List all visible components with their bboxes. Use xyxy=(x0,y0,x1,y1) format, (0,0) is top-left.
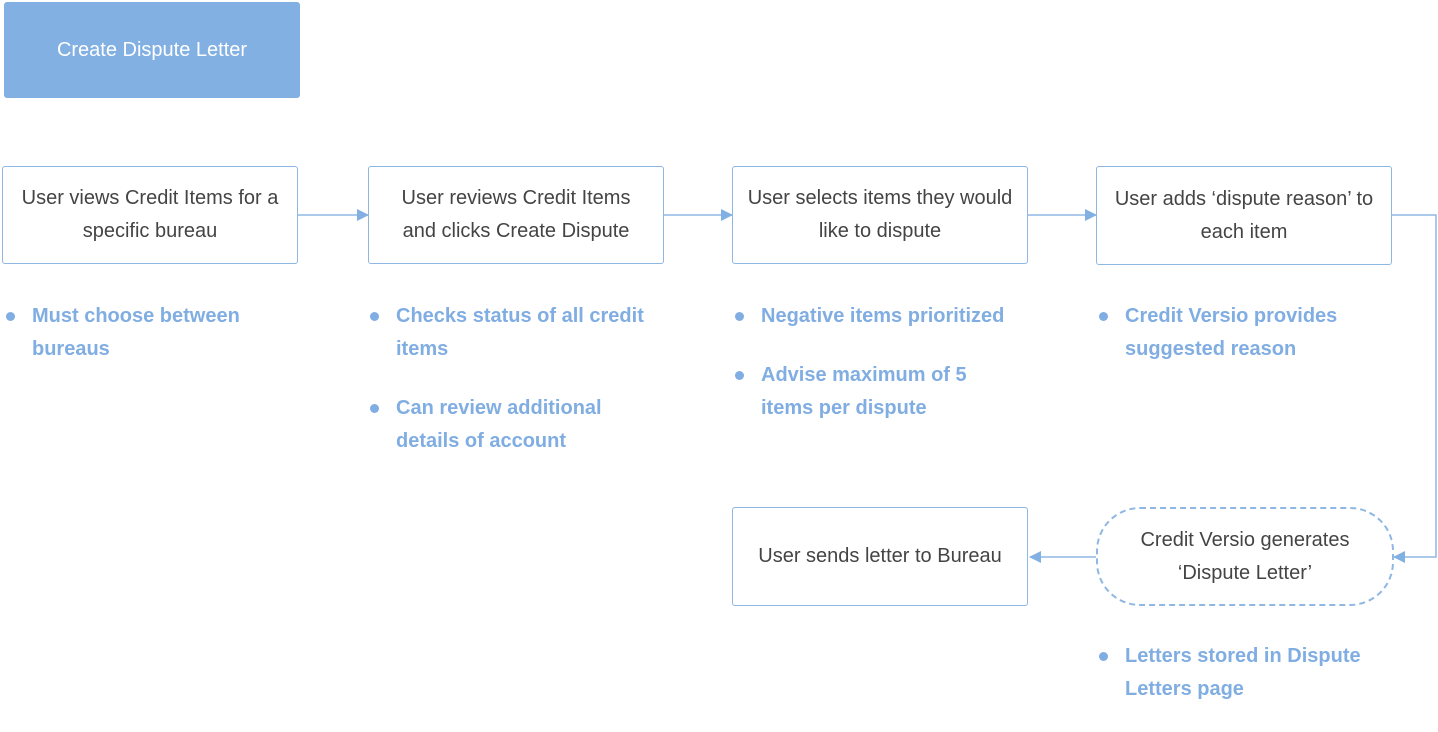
step-label: Credit Versio generates ‘Dispute Letter’ xyxy=(1140,528,1350,584)
step-review-credit-items: User reviews Credit Items and clicks Cre… xyxy=(368,166,664,264)
note-item: Must choose between bureaus xyxy=(4,300,284,366)
note-item: Credit Versio provides suggested reason xyxy=(1097,300,1377,366)
step-label: User reviews Credit Items and clicks Cre… xyxy=(401,187,631,242)
notes-step-2: Checks status of all credit items Can re… xyxy=(368,300,668,484)
step-generate-dispute-letter: Credit Versio generates ‘Dispute Letter’ xyxy=(1096,507,1394,606)
step-label: User selects items they would like to di… xyxy=(747,187,1013,242)
bullet-icon xyxy=(370,312,379,321)
arrow-step4-to-step5 xyxy=(1392,214,1437,563)
step-label: User views Credit Items for a specific b… xyxy=(21,187,279,242)
step-view-credit-items: User views Credit Items for a specific b… xyxy=(2,166,298,264)
note-item: Can review additional details of account xyxy=(368,392,668,458)
step-send-letter: User sends letter to Bureau xyxy=(732,507,1028,606)
bullet-icon xyxy=(735,371,744,380)
note-item: Checks status of all credit items xyxy=(368,300,668,366)
bullet-icon xyxy=(6,312,15,321)
notes-step-3: Negative items prioritized Advise maximu… xyxy=(733,300,1033,451)
step-label: User adds ‘dispute reason’ to each item xyxy=(1114,187,1374,243)
bullet-icon xyxy=(1099,312,1108,321)
bullet-icon xyxy=(735,312,744,321)
note-item: Advise maximum of 5 items per dispute xyxy=(733,359,1011,425)
bullet-icon xyxy=(1099,652,1108,661)
notes-step-5: Letters stored in Dispute Letters page xyxy=(1097,640,1387,732)
step-label: User sends letter to Bureau xyxy=(758,545,1002,567)
notes-step-4: Credit Versio provides suggested reason xyxy=(1097,300,1377,392)
step-select-items: User selects items they would like to di… xyxy=(732,166,1028,264)
notes-step-1: Must choose between bureaus xyxy=(4,300,284,392)
note-item: Letters stored in Dispute Letters page xyxy=(1097,640,1387,706)
step-add-dispute-reason: User adds ‘dispute reason’ to each item xyxy=(1096,166,1392,265)
note-item: Negative items prioritized xyxy=(733,300,1033,333)
bullet-icon xyxy=(370,404,379,413)
